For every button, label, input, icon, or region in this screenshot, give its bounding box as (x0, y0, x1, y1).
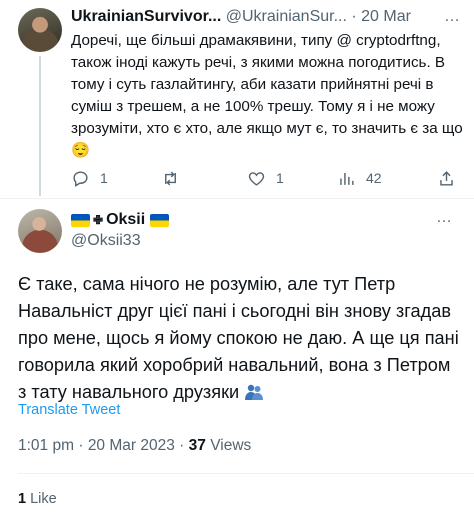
author-handle[interactable]: @Oksii33 (71, 232, 141, 250)
tweet-text: Є таке, сама нічого не розумію, але тут … (18, 271, 460, 406)
parent-date[interactable]: 20 Mar (361, 8, 411, 25)
reply-button[interactable]: 1 (71, 166, 108, 190)
parent-avatar[interactable] (18, 8, 62, 52)
views-icon (340, 172, 354, 185)
author-name-row[interactable]: ✙ Oksii (71, 209, 170, 231)
views-label: Views (210, 437, 252, 454)
trident-icon: ✙ (93, 213, 104, 227)
parent-more-icon[interactable]: … (444, 6, 461, 28)
more-icon[interactable]: … (436, 209, 453, 227)
views-button[interactable]: 42 (337, 166, 382, 190)
parent-tweet[interactable]: UkrainianSurvivor... @UkrainianSur... · … (0, 0, 474, 196)
like-count: 1 (276, 170, 284, 186)
likes-number: 1 (18, 491, 27, 507)
reply-count: 1 (100, 170, 108, 186)
views-count: 42 (366, 170, 382, 186)
retweet-button[interactable] (161, 166, 190, 190)
like-button[interactable]: 1 (247, 166, 284, 190)
share-button[interactable] (437, 166, 456, 190)
parent-tweet-header: UkrainianSurvivor... @UkrainianSur... · … (71, 6, 461, 28)
meta-separator: · (78, 437, 84, 454)
parent-separator: · (351, 8, 357, 25)
tweet-time[interactable]: 1:01 pm (18, 437, 74, 454)
tweet-text-body: Є таке, сама нічого не розумію, але тут … (18, 274, 459, 402)
views-number: 37 (188, 437, 206, 454)
author-display-name[interactable]: Oksii (106, 211, 145, 229)
tweet-date[interactable]: 20 Mar 2023 (88, 437, 175, 454)
parent-action-bar: 1 1 42 (71, 166, 466, 190)
parent-display-name[interactable]: UkrainianSurvivor... (71, 8, 221, 25)
ukraine-flag-icon (150, 213, 170, 227)
translate-tweet-link[interactable]: Translate Tweet (18, 402, 120, 418)
retweet-icon (165, 171, 176, 185)
meta-separator: · (179, 437, 185, 454)
parent-handle[interactable]: @UkrainianSur... (226, 8, 347, 25)
likes-stat[interactable]: 1 Like (18, 491, 57, 507)
people-hugging-icon (245, 384, 264, 400)
likes-label: Like (30, 491, 57, 507)
parent-tweet-text: Доречі, ще більші драмакявини, типу @ cr… (71, 32, 463, 159)
author-avatar[interactable] (18, 209, 62, 253)
stats-divider (18, 473, 474, 474)
ukraine-flag-icon (71, 213, 90, 227)
tweet-divider (0, 198, 474, 199)
reply-icon (73, 170, 88, 187)
share-icon (440, 170, 453, 186)
thread-line (39, 56, 41, 196)
tweet-metadata: 1:01 pm · 20 Mar 2023 · 37 Views (18, 437, 251, 455)
like-icon (248, 171, 265, 186)
